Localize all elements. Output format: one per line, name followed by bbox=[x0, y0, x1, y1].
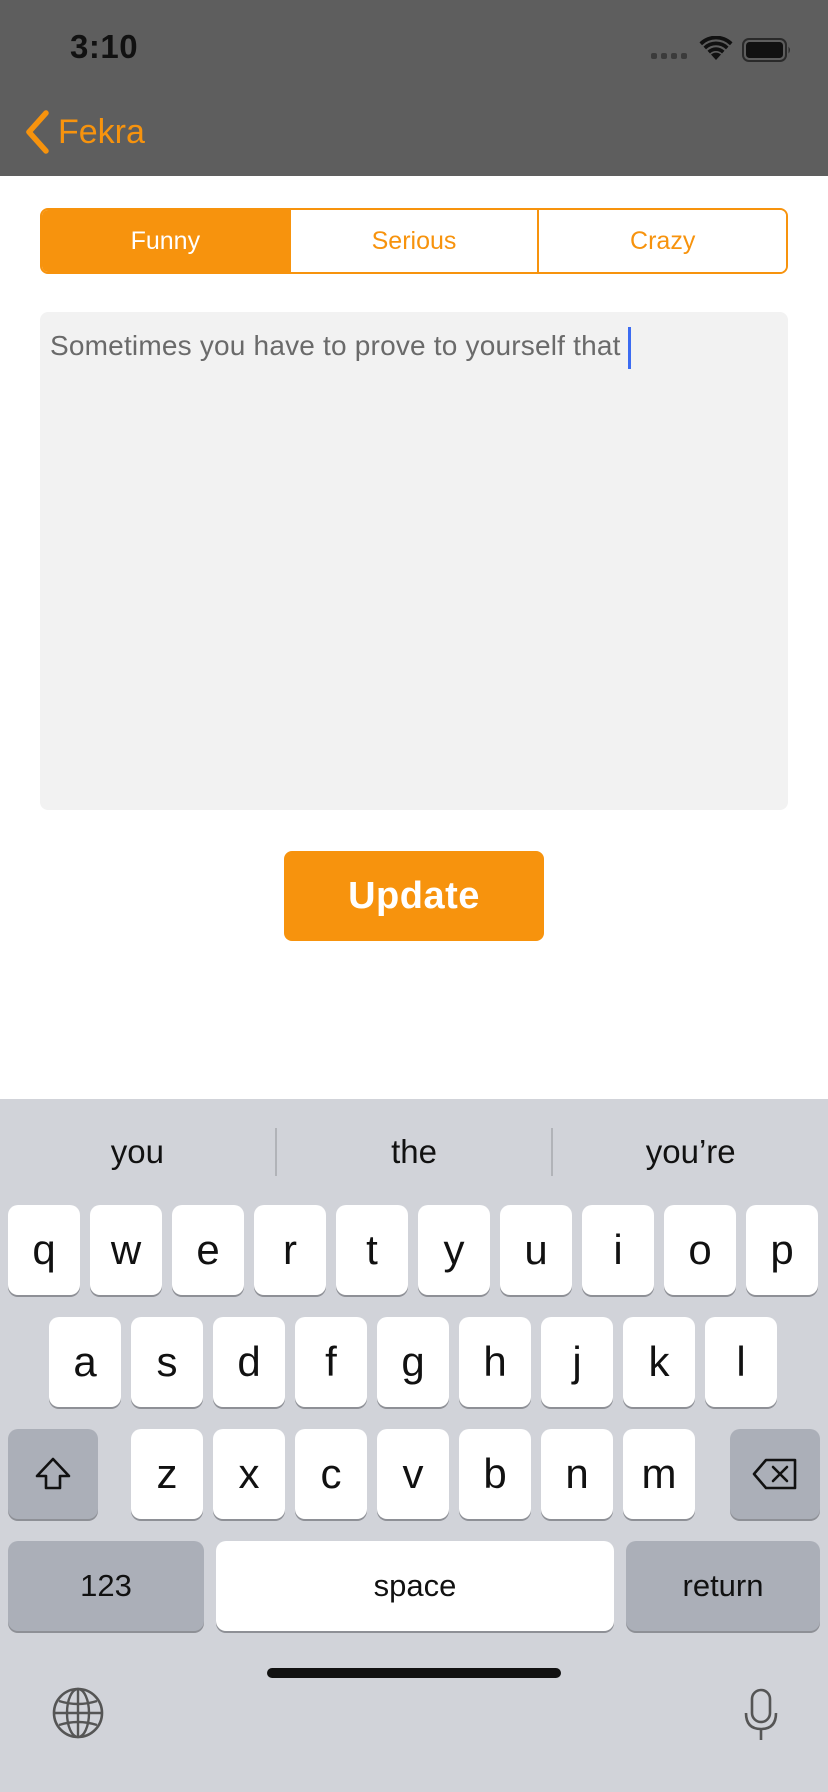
key-x[interactable]: x bbox=[213, 1429, 285, 1519]
back-button[interactable]: Fekra bbox=[22, 106, 145, 158]
globe-icon[interactable] bbox=[50, 1685, 106, 1741]
editor-text: Sometimes you have to prove to yourself … bbox=[50, 330, 621, 361]
suggestion-1[interactable]: you bbox=[0, 1133, 275, 1171]
update-button[interactable]: Update bbox=[284, 851, 544, 941]
key-z[interactable]: z bbox=[131, 1429, 203, 1519]
key-a[interactable]: a bbox=[49, 1317, 121, 1407]
segment-serious[interactable]: Serious bbox=[290, 210, 540, 272]
key-w[interactable]: w bbox=[90, 1205, 162, 1295]
navigation-bar: 3:10 Fekra bbox=[0, 0, 828, 176]
back-button-label: Fekra bbox=[58, 112, 145, 151]
key-s[interactable]: s bbox=[131, 1317, 203, 1407]
text-cursor bbox=[627, 326, 631, 369]
key-n[interactable]: n bbox=[541, 1429, 613, 1519]
space-key[interactable]: space bbox=[216, 1541, 614, 1631]
microphone-icon[interactable] bbox=[743, 1687, 779, 1743]
chevron-left-icon bbox=[26, 110, 49, 154]
cellular-signal-icon bbox=[651, 53, 687, 59]
segment-funny[interactable]: Funny bbox=[42, 210, 291, 272]
return-key[interactable]: return bbox=[626, 1541, 820, 1631]
key-h[interactable]: h bbox=[459, 1317, 531, 1407]
key-e[interactable]: e bbox=[172, 1205, 244, 1295]
key-f[interactable]: f bbox=[295, 1317, 367, 1407]
delete-key[interactable] bbox=[730, 1429, 820, 1519]
key-b[interactable]: b bbox=[459, 1429, 531, 1519]
home-indicator[interactable] bbox=[267, 1668, 561, 1678]
key-g[interactable]: g bbox=[377, 1317, 449, 1407]
key-m[interactable]: m bbox=[623, 1429, 695, 1519]
status-time: 3:10 bbox=[70, 28, 139, 65]
key-q[interactable]: q bbox=[8, 1205, 80, 1295]
backspace-icon bbox=[752, 1458, 797, 1490]
key-j[interactable]: j bbox=[541, 1317, 613, 1407]
segment-crazy[interactable]: Crazy bbox=[539, 210, 786, 272]
key-l[interactable]: l bbox=[705, 1317, 777, 1407]
key-p[interactable]: p bbox=[746, 1205, 818, 1295]
key-k[interactable]: k bbox=[623, 1317, 695, 1407]
key-d[interactable]: d bbox=[213, 1317, 285, 1407]
key-y[interactable]: y bbox=[418, 1205, 490, 1295]
on-screen-keyboard: you the you’re q w e r t y u i o p a s d… bbox=[0, 1099, 828, 1792]
suggestion-3[interactable]: you’re bbox=[553, 1133, 828, 1171]
key-c[interactable]: c bbox=[295, 1429, 367, 1519]
numbers-key[interactable]: 123 bbox=[8, 1541, 204, 1631]
suggestion-2[interactable]: the bbox=[277, 1133, 552, 1171]
key-i[interactable]: i bbox=[582, 1205, 654, 1295]
key-o[interactable]: o bbox=[664, 1205, 736, 1295]
shift-key[interactable] bbox=[8, 1429, 98, 1519]
suggestion-bar: you the you’re bbox=[0, 1099, 828, 1205]
key-r[interactable]: r bbox=[254, 1205, 326, 1295]
battery-icon bbox=[742, 38, 790, 62]
key-v[interactable]: v bbox=[377, 1429, 449, 1519]
category-segmented-control: Funny Serious Crazy bbox=[40, 208, 788, 274]
idea-text-editor[interactable]: Sometimes you have to prove to yourself … bbox=[40, 312, 788, 810]
shift-icon bbox=[35, 1457, 71, 1490]
wifi-icon bbox=[699, 36, 733, 60]
key-u[interactable]: u bbox=[500, 1205, 572, 1295]
key-t[interactable]: t bbox=[336, 1205, 408, 1295]
